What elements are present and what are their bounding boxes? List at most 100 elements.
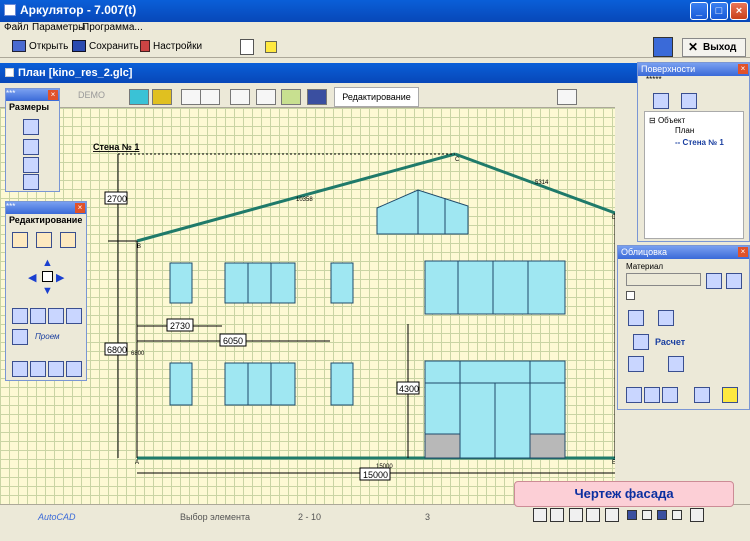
- ruler-icon[interactable]: [690, 508, 704, 522]
- size-tool-3[interactable]: [23, 157, 39, 173]
- view-mode-4[interactable]: [672, 510, 682, 520]
- zoom-in-icon[interactable]: [533, 508, 547, 522]
- tree-item-wall[interactable]: -- Стена № 1: [675, 138, 724, 147]
- edit-tool-8[interactable]: [12, 361, 28, 377]
- edit-tool-3[interactable]: [60, 232, 76, 248]
- edit-tool-4[interactable]: [12, 308, 28, 324]
- exit-label: Выход: [703, 42, 737, 53]
- maximize-button[interactable]: □: [710, 2, 728, 20]
- help-cladding-icon[interactable]: [722, 387, 738, 403]
- material-checkbox[interactable]: [626, 291, 635, 300]
- document-titlebar: План [kino_res_2.glc]: [0, 63, 640, 83]
- undo-button[interactable]: [181, 89, 201, 105]
- drawing-canvas[interactable]: A B C D E 10358 5314 6800 15000 2700 680…: [0, 108, 615, 504]
- open-button[interactable]: Открыть: [12, 39, 68, 55]
- point-b: B: [137, 244, 141, 250]
- doc-icon: [5, 68, 14, 77]
- save-icon: [72, 40, 86, 53]
- size-tool-1[interactable]: [23, 119, 39, 135]
- calc-icon[interactable]: [633, 334, 649, 350]
- cladding-close[interactable]: ×: [738, 247, 748, 257]
- opening-label: Проем: [35, 332, 60, 341]
- window-layout-button[interactable]: [240, 39, 254, 55]
- minimize-button[interactable]: _: [690, 2, 708, 20]
- facade-drawing[interactable]: A B C D E 10358 5314 6800 15000 2700 680…: [0, 108, 615, 504]
- edit-tool-5[interactable]: [30, 308, 46, 324]
- point-d: D: [612, 215, 615, 221]
- material-field[interactable]: [626, 273, 701, 286]
- calculator-button[interactable]: [653, 37, 673, 57]
- zoom-fit-icon[interactable]: [586, 508, 600, 522]
- material-label: Материал: [626, 262, 664, 271]
- frame2-button[interactable]: [256, 89, 276, 105]
- help-icon[interactable]: [265, 41, 277, 53]
- settings-button[interactable]: Настройки: [140, 39, 202, 55]
- size-tool-4[interactable]: [23, 174, 39, 190]
- editing-close[interactable]: ×: [75, 203, 85, 213]
- cladding-tool-6[interactable]: [644, 387, 660, 403]
- sizes-panel: *** × Размеры: [5, 88, 60, 192]
- menu-file[interactable]: Файл: [4, 22, 29, 33]
- roof-left-dim: 10358: [296, 197, 313, 203]
- redo-button[interactable]: [200, 89, 220, 105]
- view-mode-2[interactable]: [642, 510, 652, 520]
- zoom-out-icon[interactable]: [550, 508, 564, 522]
- opening-icon[interactable]: [12, 329, 28, 345]
- cladding-tool-8[interactable]: [694, 387, 710, 403]
- material-arrow-button[interactable]: [706, 273, 722, 289]
- tree-item-object[interactable]: ⊟ Объект: [649, 116, 685, 125]
- app-icon: [4, 4, 16, 16]
- editing-panel: *** × Редактирование ▲ ◀ ▶ ▼ Проем: [5, 201, 87, 381]
- frame-button[interactable]: [230, 89, 250, 105]
- surfaces-panel: Поверхности × ***** ⊟ Объект План -- Стен…: [637, 62, 750, 242]
- cladding-tool-4[interactable]: [668, 356, 684, 372]
- window-5: [169, 362, 193, 406]
- sizes-close[interactable]: ×: [48, 90, 58, 100]
- print-button[interactable]: [557, 89, 577, 105]
- save-button[interactable]: Сохранить: [72, 39, 139, 55]
- edit-tool-6[interactable]: [48, 308, 64, 324]
- edit-tool-1[interactable]: [12, 232, 28, 248]
- image-button[interactable]: [281, 89, 301, 105]
- document-title: План [kino_res_2.glc]: [18, 67, 133, 79]
- zoom-area-icon[interactable]: [569, 508, 583, 522]
- facade-drawing-button[interactable]: Чертеж фасада: [514, 481, 734, 507]
- app-titlebar: Аркулятор - 7.007(t) _ □ ×: [0, 0, 750, 22]
- pan-icon[interactable]: [605, 508, 619, 522]
- cladding-tool-3[interactable]: [628, 356, 644, 372]
- surface-tool-1[interactable]: [653, 93, 669, 109]
- dim-2730: 2730: [170, 321, 190, 331]
- edit-tool-10[interactable]: [48, 361, 64, 377]
- view-mode-3[interactable]: [657, 510, 667, 520]
- edit-tool-2[interactable]: [36, 232, 52, 248]
- tree-item-plan[interactable]: План: [675, 126, 694, 135]
- menu-program[interactable]: Программа...: [82, 22, 143, 33]
- cladding-tool-7[interactable]: [662, 387, 678, 403]
- cladding-tool-1[interactable]: [628, 310, 644, 326]
- view-mode-button[interactable]: [129, 89, 149, 105]
- surfaces-dots: *****: [646, 75, 662, 84]
- edit-tool-9[interactable]: [30, 361, 46, 377]
- surface-tool-2[interactable]: [681, 93, 697, 109]
- grid-button[interactable]: [152, 89, 172, 105]
- material-select-button[interactable]: [726, 273, 742, 289]
- editing-title: Редактирование: [9, 215, 83, 225]
- main-toolbar: Открыть Сохранить Настройки: [0, 36, 750, 58]
- close-button[interactable]: ×: [730, 2, 748, 20]
- settings-label: Настройки: [153, 41, 203, 52]
- panel-button[interactable]: [307, 89, 327, 105]
- exit-button[interactable]: ✕ Выход: [682, 38, 746, 57]
- cladding-tool-5[interactable]: [626, 387, 642, 403]
- edit-tool-11[interactable]: [66, 361, 82, 377]
- dim-15000: 15000: [363, 470, 388, 480]
- edit-tool-7[interactable]: [66, 308, 82, 324]
- autocad-status: AutoCAD: [38, 512, 76, 522]
- cladding-tool-2[interactable]: [658, 310, 674, 326]
- menu-params[interactable]: Параметры: [32, 22, 85, 33]
- door-panel-right: [529, 433, 566, 459]
- size-tool-2[interactable]: [23, 139, 39, 155]
- point-a: A: [135, 460, 139, 466]
- view-mode-1[interactable]: [627, 510, 637, 520]
- surfaces-close[interactable]: ×: [738, 64, 748, 74]
- move-arrows-icon[interactable]: ▲ ◀ ▶ ▼: [28, 257, 68, 297]
